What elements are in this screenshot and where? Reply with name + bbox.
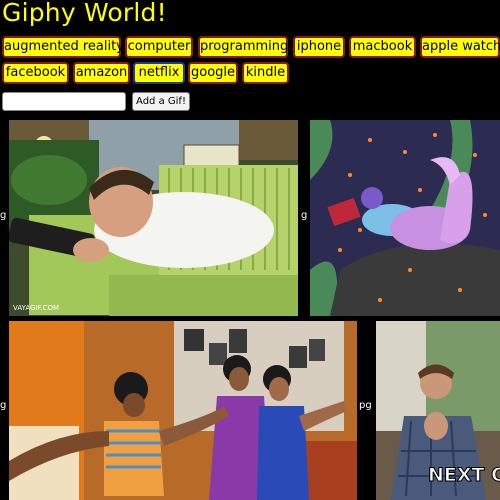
gif-image-clapping[interactable]: NEXT OI bbox=[376, 321, 500, 500]
gif-image-dance[interactable] bbox=[9, 321, 357, 500]
topic-button-google[interactable]: google bbox=[188, 62, 238, 84]
topic-button-iphone[interactable]: iphone bbox=[293, 36, 345, 58]
topic-button-programming[interactable]: programming bbox=[198, 36, 288, 58]
gif-rating: g bbox=[0, 210, 7, 221]
gif-image-mermaid[interactable] bbox=[310, 120, 500, 316]
gif-topic-input[interactable] bbox=[2, 92, 126, 111]
gif-rating: g bbox=[301, 210, 308, 221]
topic-button-amazon[interactable]: amazon bbox=[73, 62, 130, 84]
topic-button-kindle[interactable]: kindle bbox=[242, 62, 289, 84]
gif-rating: g bbox=[0, 400, 7, 411]
topic-button-apple-watch[interactable]: apple watch bbox=[420, 36, 500, 58]
topic-button-computer[interactable]: computer bbox=[125, 36, 193, 58]
topic-button-netflix[interactable]: netflix bbox=[133, 62, 185, 84]
add-gif-button[interactable]: Add a Gif! bbox=[132, 92, 190, 111]
topic-button-augmented-reality[interactable]: augmented reality bbox=[2, 36, 124, 58]
gif-overlay-text: NEXT OI bbox=[428, 464, 500, 486]
gif-rating: pg bbox=[359, 400, 372, 411]
topic-button-macbook[interactable]: macbook bbox=[349, 36, 416, 58]
gif-watermark: VAYAGIF.COM bbox=[13, 304, 59, 312]
app-title: Giphy World! bbox=[2, 0, 167, 27]
gif-image-fight-club[interactable]: VAYAGIF.COM bbox=[9, 120, 298, 316]
topic-button-facebook[interactable]: facebook bbox=[2, 62, 69, 84]
